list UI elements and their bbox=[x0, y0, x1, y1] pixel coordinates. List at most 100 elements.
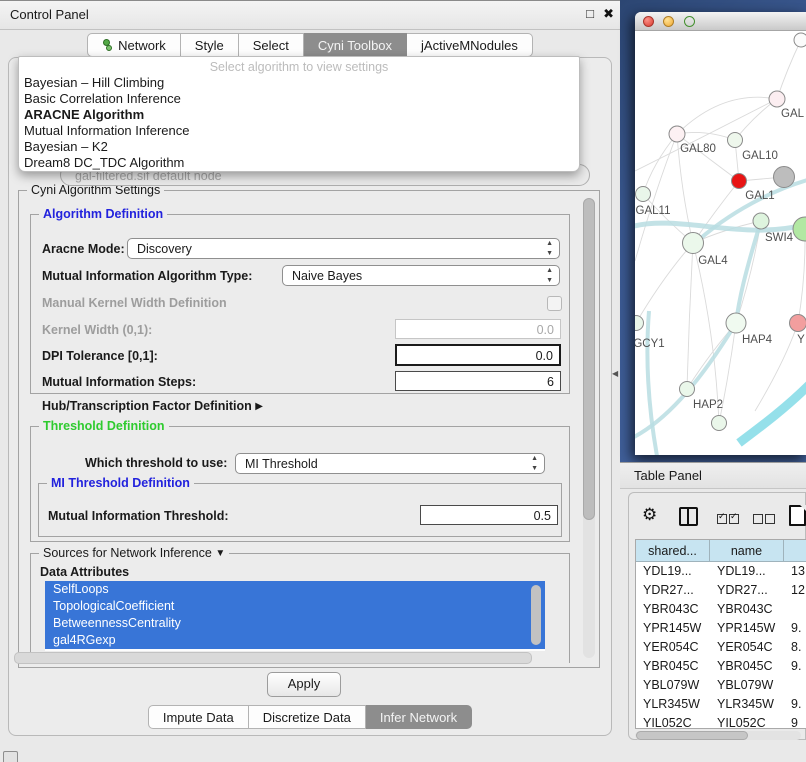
network-node-gal1[interactable] bbox=[732, 174, 747, 189]
network-edge[interactable] bbox=[739, 383, 806, 443]
network-edge[interactable] bbox=[677, 97, 777, 134]
table-row[interactable]: YIL052CYIL052C9 bbox=[636, 714, 806, 729]
deselect-all-checkboxes-icon[interactable] bbox=[753, 511, 777, 529]
network-canvas[interactable]: GALGAL80GAL10GAL1GAL11SWI4GAL4GCY1HAP4YH… bbox=[635, 31, 806, 455]
attribute-item-topologicalcoefficient[interactable]: TopologicalCoefficient bbox=[45, 598, 545, 615]
zoom-window-icon[interactable] bbox=[684, 16, 695, 27]
table-row[interactable]: YBR043CYBR043C bbox=[636, 600, 806, 619]
network-edge[interactable] bbox=[647, 311, 657, 455]
expand-arrow-icon[interactable]: ▶ bbox=[255, 401, 263, 412]
column-header-shared[interactable]: shared... bbox=[636, 540, 710, 562]
settings-gear-icon[interactable]: ⚙ bbox=[642, 505, 657, 525]
tab-cyni-toolbox[interactable]: Cyni Toolbox bbox=[304, 33, 407, 57]
docked-window-icon[interactable] bbox=[3, 751, 18, 762]
node-label-gcy1: GCY1 bbox=[635, 338, 665, 350]
table-row[interactable]: YBR045CYBR045C9. bbox=[636, 657, 806, 676]
mi-threshold-field[interactable]: 0.5 bbox=[420, 505, 558, 525]
collapse-arrow-icon[interactable]: ▼ bbox=[215, 548, 225, 559]
dpi-tolerance-field[interactable]: 0.0 bbox=[395, 344, 561, 366]
aracne-mode-combo[interactable]: Discovery ▲▼ bbox=[127, 238, 560, 259]
table-row[interactable]: YBL079WYBL079W bbox=[636, 676, 806, 695]
network-node-hap4[interactable] bbox=[726, 313, 746, 333]
bottom-tab-impute-data-label: Impute Data bbox=[163, 710, 234, 725]
table-row[interactable]: YDR27...YDR27...12 bbox=[636, 581, 806, 600]
tab-select[interactable]: Select bbox=[239, 33, 304, 57]
close-panel-icon[interactable]: ✖ bbox=[603, 6, 614, 22]
tab-cyni-toolbox-label: Cyni Toolbox bbox=[318, 38, 392, 53]
network-node-gal10[interactable] bbox=[728, 133, 743, 148]
table-horizontal-scrollbar[interactable] bbox=[635, 731, 801, 740]
network-node-gal80[interactable] bbox=[669, 126, 685, 142]
tab-jactivemnodules[interactable]: jActiveMNodules bbox=[407, 33, 533, 57]
node-label-y: Y bbox=[797, 334, 805, 346]
tab-network-label: Network bbox=[118, 38, 166, 53]
mi-steps-field[interactable]: 6 bbox=[395, 371, 561, 391]
settings-vertical-scrollbar[interactable] bbox=[583, 198, 595, 658]
which-threshold-combo[interactable]: MI Threshold ▲▼ bbox=[235, 453, 545, 474]
table-row[interactable]: YLR345WYLR345W9. bbox=[636, 695, 806, 714]
table-cell bbox=[784, 676, 806, 695]
network-edge[interactable] bbox=[798, 241, 805, 323]
table-cell: YLR345W bbox=[710, 695, 784, 714]
hub-section-toggle[interactable]: Hub/Transcription Factor Definition ▶ bbox=[42, 399, 263, 413]
settings-horizontal-scrollbar[interactable] bbox=[14, 652, 532, 664]
close-window-icon[interactable] bbox=[643, 16, 654, 27]
combo-stepper-icon: ▲▼ bbox=[546, 239, 553, 259]
network-node-swi4[interactable] bbox=[753, 213, 769, 229]
bottom-tab-impute-data[interactable]: Impute Data bbox=[148, 705, 249, 729]
settings-vertical-scrollbar-thumb[interactable] bbox=[583, 198, 595, 520]
table-row[interactable]: YER054CYER054C8. bbox=[636, 638, 806, 657]
attribute-item-gal4rgexp[interactable]: gal4RGexp bbox=[45, 632, 545, 649]
mi-steps-label: Mutual Information Steps: bbox=[42, 375, 196, 389]
network-node-hap2[interactable] bbox=[680, 382, 695, 397]
network-node-gal11[interactable] bbox=[636, 187, 651, 202]
data-attributes-list[interactable]: SelfLoopsTopologicalCoefficientBetweenne… bbox=[45, 581, 545, 651]
network-edge[interactable] bbox=[677, 132, 735, 140]
minimize-window-icon[interactable] bbox=[663, 16, 674, 27]
table-cell: 8. bbox=[784, 638, 806, 657]
tab-style[interactable]: Style bbox=[181, 33, 239, 57]
bottom-tab-infer-network[interactable]: Infer Network bbox=[366, 705, 472, 729]
network-node[interactable] bbox=[712, 416, 727, 431]
algorithm-option-bayesian-k2[interactable]: Bayesian – K2 bbox=[19, 139, 579, 155]
network-edge[interactable] bbox=[636, 243, 693, 323]
select-all-checkboxes-icon[interactable] bbox=[717, 511, 741, 529]
network-edge[interactable] bbox=[687, 243, 693, 389]
network-node-gal[interactable] bbox=[769, 91, 785, 107]
network-edge[interactable] bbox=[735, 99, 777, 140]
column-header-2[interactable] bbox=[784, 540, 806, 562]
new-table-icon[interactable] bbox=[789, 505, 806, 526]
manual-kernel-checkbox[interactable] bbox=[547, 296, 562, 311]
split-pane-collapse-icon[interactable]: ◀ bbox=[612, 369, 618, 378]
network-node-gcy1[interactable] bbox=[635, 316, 644, 331]
network-node-y[interactable] bbox=[790, 315, 806, 332]
algorithm-option-bayesian-hill-climbing[interactable]: Bayesian – Hill Climbing bbox=[19, 75, 579, 91]
table-cell: 9. bbox=[784, 695, 806, 714]
table-horizontal-scrollbar-thumb[interactable] bbox=[636, 731, 748, 740]
attribute-item-betweennesscentrality[interactable]: BetweennessCentrality bbox=[45, 615, 545, 632]
network-edge[interactable] bbox=[693, 243, 719, 423]
tab-network[interactable]: Network bbox=[87, 33, 181, 57]
algorithm-option-basic-correlation-inference[interactable]: Basic Correlation Inference bbox=[19, 91, 579, 107]
bottom-tab-discretize-data[interactable]: Discretize Data bbox=[249, 705, 366, 729]
network-edge[interactable] bbox=[736, 221, 761, 323]
table-row[interactable]: YPR145WYPR145W9. bbox=[636, 619, 806, 638]
network-node[interactable] bbox=[794, 33, 806, 47]
algorithm-option-aracne-algorithm[interactable]: ARACNE Algorithm bbox=[19, 107, 579, 123]
algorithm-option-dream8-dc-tdc-algorithm[interactable]: Dream8 DC_TDC Algorithm bbox=[19, 155, 579, 171]
float-window-icon[interactable]: □ bbox=[586, 6, 594, 21]
network-node[interactable] bbox=[774, 167, 795, 188]
apply-button[interactable]: Apply bbox=[267, 672, 341, 697]
column-header-name[interactable]: name bbox=[710, 540, 784, 562]
network-node-gal4[interactable] bbox=[683, 233, 704, 254]
network-node[interactable] bbox=[793, 217, 806, 241]
kernel-width-field[interactable]: 0.0 bbox=[395, 319, 561, 339]
attribute-item-selfloops[interactable]: SelfLoops bbox=[45, 581, 545, 598]
attributes-list-scrollbar-thumb[interactable] bbox=[531, 585, 541, 645]
algorithm-option-mutual-information-inference[interactable]: Mutual Information Inference bbox=[19, 123, 579, 139]
table-row[interactable]: YDL19...YDL19...13 bbox=[636, 562, 806, 581]
network-edge[interactable] bbox=[777, 40, 801, 99]
column-layout-icon[interactable] bbox=[679, 507, 698, 526]
mi-threshold-definition-title: MI Threshold Definition bbox=[47, 476, 194, 490]
mi-type-combo[interactable]: Naive Bayes ▲▼ bbox=[282, 265, 560, 286]
